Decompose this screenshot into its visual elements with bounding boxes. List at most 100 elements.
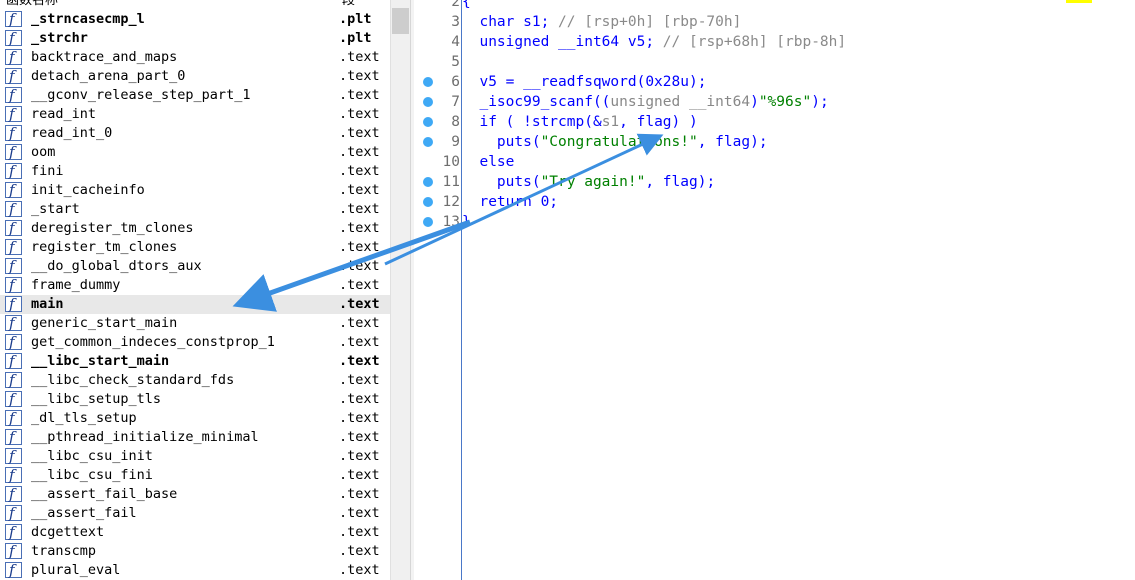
pseudocode-lines: 2{3 char s1; // [rsp+0h] [rbp-70h] 4 unsi…: [414, 0, 1135, 232]
function-row[interactable]: f _strncasecmp_l .plt: [0, 10, 390, 29]
function-row[interactable]: f __libc_csu_fini .text: [0, 466, 390, 485]
function-icon: f: [5, 485, 22, 503]
function-segment: .plt: [339, 30, 372, 46]
function-row[interactable]: f __libc_setup_tls .text: [0, 390, 390, 409]
code-token: unsigned __int64 v5;: [462, 34, 663, 50]
function-name: dcgettext: [31, 524, 105, 540]
function-row[interactable]: f __assert_fail_base .text: [0, 485, 390, 504]
function-row[interactable]: f init_cacheinfo .text: [0, 181, 390, 200]
function-icon: f: [5, 295, 22, 313]
function-row[interactable]: f transcmp .text: [0, 542, 390, 561]
column-header-name[interactable]: 函数名称: [6, 0, 58, 8]
function-row[interactable]: f __libc_check_standard_fds .text: [0, 371, 390, 390]
function-segment: .text: [339, 562, 380, 578]
function-name: __gconv_release_step_part_1: [31, 87, 251, 103]
line-number: 13: [442, 214, 460, 230]
code-line[interactable]: 5: [414, 52, 1135, 72]
code-line[interactable]: 2{: [414, 0, 1135, 12]
function-row[interactable]: f read_int_0 .text: [0, 124, 390, 143]
function-segment: .text: [339, 144, 380, 160]
function-row[interactable]: f __assert_fail .text: [0, 504, 390, 523]
function-segment: .text: [339, 68, 380, 84]
function-list-scrollbar[interactable]: [390, 0, 411, 580]
function-name: _strchr: [31, 30, 88, 46]
function-row[interactable]: f _dl_tls_setup .text: [0, 409, 390, 428]
function-segment: .text: [339, 429, 380, 445]
function-name: read_int: [31, 106, 97, 122]
code-line[interactable]: 12 return 0;: [414, 192, 1135, 212]
function-name: frame_dummy: [31, 277, 121, 293]
line-number: 8: [451, 114, 460, 130]
function-row[interactable]: f detach_arena_part_0 .text: [0, 67, 390, 86]
function-row[interactable]: f generic_start_main .text: [0, 314, 390, 333]
code-token: , flag) ): [619, 114, 698, 130]
function-row[interactable]: f __libc_csu_init .text: [0, 447, 390, 466]
function-icon: f: [5, 409, 22, 427]
function-icon: f: [5, 447, 22, 465]
function-row[interactable]: f read_int .text: [0, 105, 390, 124]
code-line[interactable]: 4 unsigned __int64 v5; // [rsp+68h] [rbp…: [414, 32, 1135, 52]
function-row[interactable]: f frame_dummy .text: [0, 276, 390, 295]
scrollbar-thumb[interactable]: [392, 8, 409, 34]
function-row[interactable]: f get_common_indeces_constprop_1 .text: [0, 333, 390, 352]
function-row[interactable]: f _start .text: [0, 200, 390, 219]
function-segment: .text: [339, 49, 380, 65]
function-row[interactable]: f deregister_tm_clones .text: [0, 219, 390, 238]
function-row[interactable]: f plural_eval .text: [0, 561, 390, 580]
function-icon: f: [5, 124, 22, 142]
function-row[interactable]: f dcgettext .text: [0, 523, 390, 542]
function-row[interactable]: f main .text: [0, 295, 390, 314]
function-row[interactable]: f fini .text: [0, 162, 390, 181]
function-name: _strncasecmp_l: [31, 11, 145, 27]
function-icon: f: [5, 257, 22, 275]
code-token: puts(: [462, 134, 541, 150]
gutter-separator: [461, 0, 462, 580]
function-row[interactable]: f backtrace_and_maps .text: [0, 48, 390, 67]
function-row[interactable]: f register_tm_clones .text: [0, 238, 390, 257]
code-token: "Try again!": [540, 174, 646, 190]
function-icon: f: [5, 181, 22, 199]
function-row[interactable]: f __libc_start_main .text: [0, 352, 390, 371]
function-name: _start: [31, 201, 80, 217]
code-line[interactable]: 8 if ( !strcmp(&s1, flag) ): [414, 112, 1135, 132]
code-text: }: [462, 212, 471, 232]
code-text: unsigned __int64 v5; // [rsp+68h] [rbp-8…: [462, 32, 846, 52]
column-header-segment[interactable]: 段: [342, 0, 355, 8]
code-line[interactable]: 7 _isoc99_scanf((unsigned __int64)"%96s"…: [414, 92, 1135, 112]
function-row[interactable]: f __do_global_dtors_aux .text: [0, 257, 390, 276]
function-row[interactable]: f __pthread_initialize_minimal .text: [0, 428, 390, 447]
function-name: read_int_0: [31, 125, 113, 141]
code-line[interactable]: 10 else: [414, 152, 1135, 172]
code-text: return 0;: [462, 192, 558, 212]
function-list-header: 函数名称 段: [0, 0, 410, 8]
function-icon: f: [5, 371, 22, 389]
function-segment: .text: [339, 125, 380, 141]
code-line[interactable]: 9 puts("Congratulations!", flag);: [414, 132, 1135, 152]
code-line[interactable]: 11 puts("Try again!", flag);: [414, 172, 1135, 192]
function-name: __assert_fail_base: [31, 486, 178, 502]
function-name: __libc_check_standard_fds: [31, 372, 235, 388]
code-token: s1: [601, 114, 620, 130]
function-name: __pthread_initialize_minimal: [31, 429, 259, 445]
code-line[interactable]: 6 v5 = __readfsqword(0x28u);: [414, 72, 1135, 92]
function-list-pane: 函数名称 段 f _strncasecmp_l .pltf _strchr .plt f b…: [0, 0, 410, 580]
function-icon: f: [5, 67, 22, 85]
function-row[interactable]: f _strchr .plt: [0, 29, 390, 48]
pseudocode-pane: 2{3 char s1; // [rsp+0h] [rbp-70h] 4 unsi…: [414, 0, 1135, 580]
function-segment: .text: [339, 315, 380, 331]
function-name: __assert_fail: [31, 505, 137, 521]
function-segment: .text: [339, 448, 380, 464]
function-row[interactable]: f oom .text: [0, 143, 390, 162]
function-name: plural_eval: [31, 562, 121, 578]
code-text: puts("Try again!", flag);: [462, 172, 715, 192]
function-name: detach_arena_part_0: [31, 68, 186, 84]
code-token: v5 = __readfsqword(0x28u);: [462, 74, 707, 90]
code-token: unsigned __int64: [610, 94, 751, 110]
line-number: 4: [451, 34, 460, 50]
code-line[interactable]: 13}: [414, 212, 1135, 232]
function-segment: .text: [339, 296, 380, 312]
function-icon: f: [5, 333, 22, 351]
function-row[interactable]: f __gconv_release_step_part_1 .text: [0, 86, 390, 105]
code-line[interactable]: 3 char s1; // [rsp+0h] [rbp-70h]: [414, 12, 1135, 32]
function-segment: .text: [339, 258, 380, 274]
